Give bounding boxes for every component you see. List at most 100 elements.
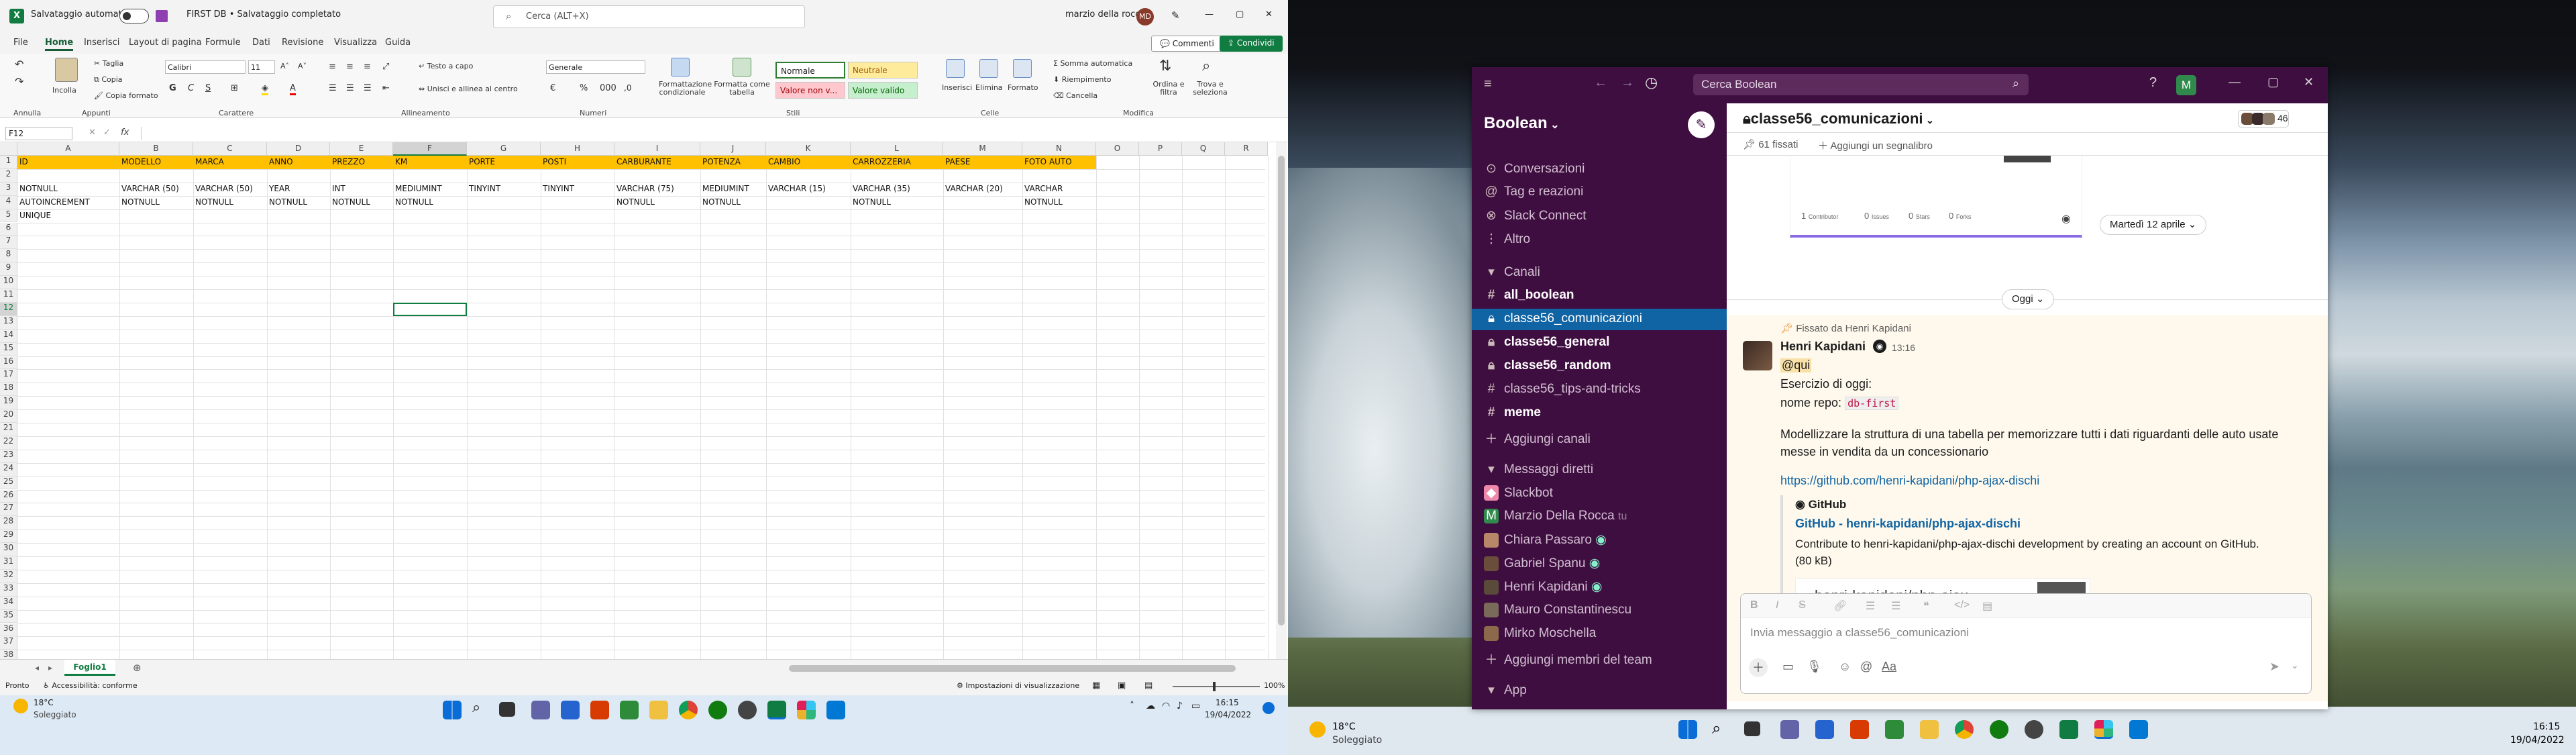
row-header[interactable]: 34	[0, 596, 17, 610]
row-header[interactable]: 35	[0, 609, 17, 623]
selected-cell[interactable]	[393, 302, 467, 316]
column-header[interactable]: L	[851, 142, 943, 156]
row-header[interactable]: 13	[0, 315, 17, 330]
nav-tag-reazioni[interactable]: @ Tag e reazioni	[1484, 185, 1583, 199]
code-icon[interactable]: </>	[1954, 599, 1970, 611]
chrome-icon-2[interactable]	[1955, 720, 1974, 739]
channel-classe56-general[interactable]: 🔒︎ classe56_general	[1484, 335, 1609, 350]
close-icon-slack[interactable]: ✕	[2304, 75, 2314, 89]
message-time[interactable]: 13:16	[1892, 342, 1915, 353]
row-header[interactable]: 25	[0, 476, 17, 490]
zoom-level[interactable]: 100%	[1264, 681, 1285, 690]
column-header[interactable]: M	[943, 142, 1022, 156]
row-header[interactable]: 17	[0, 369, 17, 383]
row-header[interactable]: 1	[0, 156, 17, 169]
zoom-slider[interactable]	[1173, 682, 1260, 691]
cell[interactable]: VARCHAR (20)	[943, 183, 1022, 196]
vscode-icon-2[interactable]	[2129, 720, 2148, 739]
name-box[interactable]: F12	[5, 127, 72, 140]
italic-icon[interactable]: I	[1776, 599, 1778, 611]
font-color-icon[interactable]: A	[290, 83, 296, 95]
excel-search-input[interactable]: ⌕ Cerca (ALT+X)	[493, 5, 805, 28]
row-header[interactable]: 21	[0, 423, 17, 436]
teams-icon[interactable]	[531, 701, 550, 719]
xbox-icon[interactable]	[708, 701, 727, 719]
style-neutrale[interactable]: Neutrale	[848, 62, 918, 79]
blockquote-icon[interactable]: ❝	[1923, 599, 1929, 613]
cell[interactable]: CARBURANTE	[614, 156, 700, 169]
github-desktop-icon-2[interactable]	[2025, 720, 2043, 739]
start-icon[interactable]	[443, 701, 462, 719]
column-header[interactable]: N	[1022, 142, 1096, 156]
slack-icon-2[interactable]	[2094, 720, 2113, 739]
codeblock-icon[interactable]: ▤	[1982, 599, 1992, 613]
cell[interactable]: CARROZZERIA	[851, 156, 943, 169]
format-cells-icon[interactable]	[1013, 59, 1032, 78]
link-unfurl[interactable]: ◉ GitHub GitHub - henri-kapidani/php-aja…	[1780, 495, 2297, 609]
dm-chiara[interactable]: Chiara Passaro ◉	[1484, 532, 1607, 548]
cell[interactable]: CAMBIO	[766, 156, 851, 169]
row-header[interactable]: 33	[0, 583, 17, 597]
history-icon[interactable]: ◷	[1645, 74, 1658, 91]
row-header[interactable]: 4	[0, 195, 17, 209]
bullet-list-icon[interactable]: ☰	[1891, 599, 1900, 613]
user-avatar-slack[interactable]: M	[2176, 75, 2196, 95]
channel-meme[interactable]: # meme	[1484, 405, 1541, 420]
strike-icon[interactable]: S	[1799, 599, 1806, 611]
row-header[interactable]: 8	[0, 249, 17, 263]
fill-button[interactable]: ⬇ Riempimento	[1053, 75, 1111, 84]
cell[interactable]: NOTNULL	[700, 196, 766, 209]
copy-button[interactable]: ⧉ Copia	[94, 75, 123, 85]
row-header[interactable]: 16	[0, 356, 17, 370]
cell[interactable]: TINYINT	[541, 183, 614, 196]
app-header[interactable]: ▾ App	[1484, 683, 1527, 698]
send-icon[interactable]: ➤	[2269, 660, 2279, 674]
dm-slackbot[interactable]: ◆ Slackbot	[1484, 485, 1553, 501]
fill-color-icon[interactable]: ◈	[262, 83, 268, 95]
github-desktop-icon[interactable]	[738, 701, 757, 719]
row-header[interactable]: 18	[0, 383, 17, 397]
row-header[interactable]: 11	[0, 289, 17, 303]
message-link[interactable]: https://github.com/henri-kapidani/php-aj…	[1780, 474, 2039, 488]
mic-icon[interactable]: 🎙︎	[1807, 660, 1822, 674]
nav-slack-connect[interactable]: ⊗ Slack Connect	[1484, 208, 1586, 223]
author-avatar[interactable]	[1743, 341, 1772, 370]
add-sheet-icon[interactable]: ⊕	[133, 662, 142, 674]
clock-date-2[interactable]: 19/04/2022	[2510, 735, 2565, 746]
menu-revisione[interactable]: Revisione	[282, 38, 323, 48]
sort-filter-button[interactable]: Ordina e filtra	[1148, 81, 1189, 97]
column-header[interactable]: D	[267, 142, 330, 156]
normal-view-icon[interactable]: ▦	[1092, 681, 1100, 691]
align-center-icon[interactable]: ☰	[346, 83, 354, 93]
column-header[interactable]: I	[614, 142, 700, 156]
row-header[interactable]: 3	[0, 182, 17, 196]
share-button[interactable]: ⇪ Condividi	[1220, 36, 1283, 52]
cell[interactable]: NOTNULL	[193, 196, 267, 209]
cell[interactable]: PAESE	[943, 156, 1022, 169]
align-bottom-icon[interactable]: ≡	[364, 62, 371, 72]
minimize-icon-slack[interactable]: —	[2229, 75, 2241, 89]
cell[interactable]: NOTNULL	[119, 196, 193, 209]
percent-icon[interactable]: %	[580, 83, 588, 93]
column-header[interactable]: O	[1096, 142, 1139, 156]
row-header[interactable]: 22	[0, 436, 17, 450]
view-settings[interactable]: ⚙ Impostazioni di visualizzazione	[957, 681, 1079, 690]
tray-wifi-icon[interactable]: ◠	[1162, 701, 1170, 711]
row-header[interactable]: 24	[0, 462, 17, 476]
composer-input[interactable]: Invia messaggio a classe56_comunicazioni	[1750, 626, 1969, 640]
accessibility-status[interactable]: ♿ Accessibilità: conforme	[43, 681, 138, 690]
taskview-icon[interactable]	[499, 702, 515, 717]
cell[interactable]: VARCHAR (50)	[119, 183, 193, 196]
merge-center-button[interactable]: ⇔ Unisci e allinea al centro	[419, 85, 518, 93]
dm-mirko[interactable]: Mirko Moschella	[1484, 626, 1596, 641]
shrink-font-icon[interactable]: A˅	[298, 62, 307, 70]
column-header[interactable]: H	[541, 142, 614, 156]
message-composer[interactable]: B I S 🔗︎ ☰ ☰ ❝ </> ▤ Invia messaggio a c…	[1740, 593, 2312, 694]
author-name[interactable]: Henri Kapidani	[1780, 340, 1866, 354]
menu-visualizza[interactable]: Visualizza	[334, 38, 377, 48]
undo-icon[interactable]: ↶	[15, 58, 23, 70]
minimize-icon[interactable]: —	[1205, 9, 1214, 19]
today-pill[interactable]: Oggi ⌄	[2002, 289, 2055, 309]
column-header[interactable]: P	[1139, 142, 1182, 156]
cell[interactable]: VARCHAR (50)	[193, 183, 267, 196]
